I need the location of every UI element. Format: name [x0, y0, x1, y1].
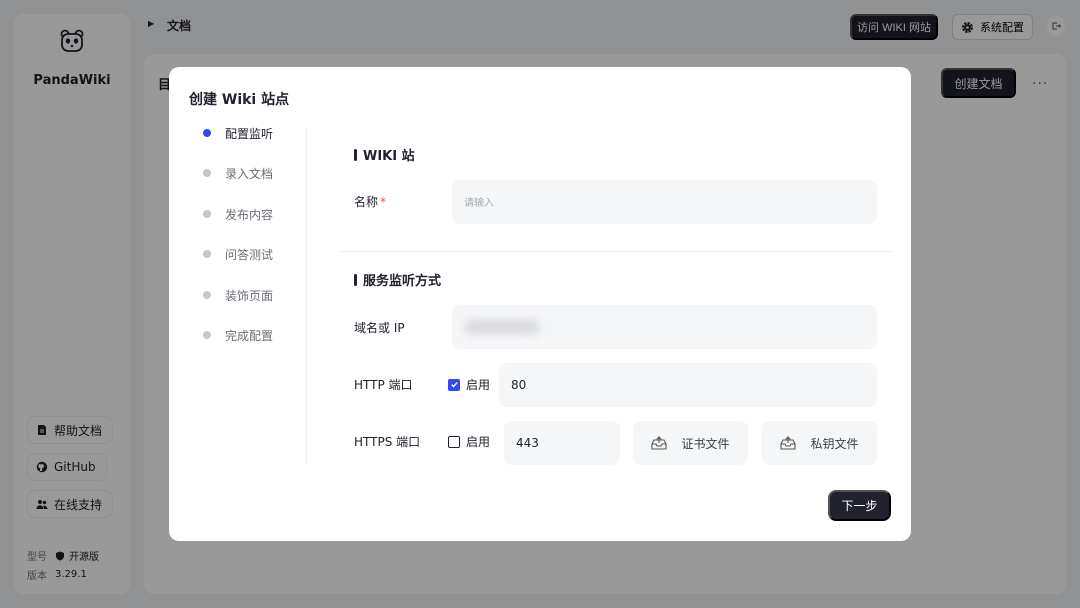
step-item[interactable]: 问答测试 — [199, 244, 273, 264]
section-divider — [340, 251, 892, 252]
step-label: 发布内容 — [225, 207, 274, 222]
https-enable-label: 启用 — [466, 435, 491, 449]
next-step-button[interactable]: 下一步 — [828, 490, 891, 521]
step-dot-icon — [203, 250, 211, 258]
http-port-input[interactable] — [499, 363, 877, 407]
step-item[interactable]: 完成配置 — [199, 325, 273, 345]
step-dot-icon — [203, 291, 211, 299]
service-section-title-text: 服务监听方式 — [363, 274, 442, 289]
domain-label: 域名或 IP — [354, 321, 405, 335]
http-enable-checkbox[interactable]: 启用 — [448, 376, 490, 393]
create-wiki-modal: 创建 Wiki 站点 配置监听 录入文档 发布内容 问答测试 装饰页面 完成配置 — [169, 67, 911, 541]
step-label: 配置监听 — [225, 126, 274, 141]
wiki-section-title: WIKI 站 — [354, 145, 415, 164]
https-enable-checkbox[interactable]: 启用 — [448, 433, 490, 450]
site-name-input[interactable] — [452, 180, 877, 224]
step-dot-icon — [203, 129, 211, 137]
step-item[interactable]: 装饰页面 — [199, 285, 273, 305]
section-bar-icon — [354, 148, 357, 161]
section-bar-icon — [354, 273, 357, 286]
required-mark: * — [380, 195, 387, 209]
checkbox-unchecked-icon — [448, 435, 460, 448]
step-label: 完成配置 — [225, 328, 274, 343]
key-file-label: 私钥文件 — [810, 436, 859, 451]
step-item[interactable]: 配置监听 — [199, 123, 273, 143]
step-item[interactable]: 录入文档 — [199, 163, 273, 183]
https-port-label: HTTPS 端口 — [354, 435, 421, 449]
step-dot-icon — [203, 210, 211, 218]
blurred-ip-value — [464, 319, 540, 335]
https-port-input[interactable] — [504, 421, 620, 465]
step-dot-icon — [203, 169, 211, 177]
step-label: 装饰页面 — [225, 288, 274, 303]
domain-input[interactable] — [452, 305, 877, 349]
modal-title: 创建 Wiki 站点 — [189, 92, 290, 108]
steps-divider — [306, 127, 307, 465]
http-port-label: HTTP 端口 — [354, 378, 413, 392]
step-label: 问答测试 — [225, 247, 274, 262]
http-enable-label: 启用 — [466, 378, 491, 392]
service-section-title: 服务监听方式 — [354, 270, 441, 289]
step-label: 录入文档 — [225, 166, 274, 181]
step-dot-icon — [203, 331, 211, 339]
wiki-section-title-text: WIKI 站 — [363, 149, 415, 164]
name-label: 名称 * — [354, 193, 386, 210]
step-item[interactable]: 发布内容 — [199, 204, 273, 224]
cert-file-label: 证书文件 — [681, 436, 730, 451]
cert-file-upload[interactable]: 证书文件 — [633, 421, 748, 465]
key-file-upload[interactable]: 私钥文件 — [762, 421, 877, 465]
upload-tray-icon — [651, 436, 668, 450]
name-label-text: 名称 — [354, 195, 379, 209]
checkbox-checked-icon — [448, 378, 460, 391]
upload-tray-icon — [780, 436, 797, 450]
